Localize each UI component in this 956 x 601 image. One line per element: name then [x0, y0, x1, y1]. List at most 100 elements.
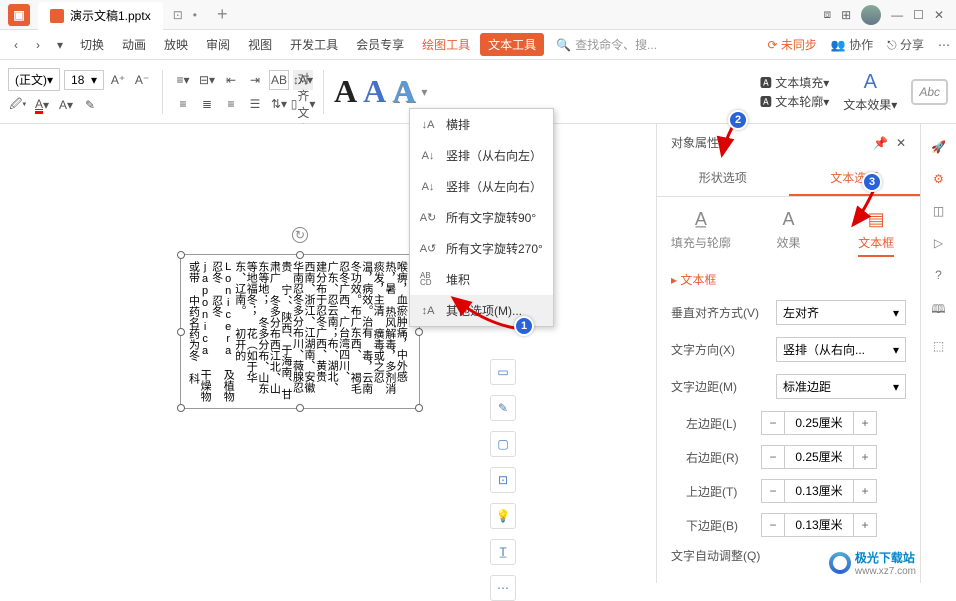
text-box[interactable]: ↻ 喉痹，血瘀肿痛，中外感热，暑 热风解毒，多剂消痰发，主清 癀毒或之忍温，病效…	[180, 254, 420, 409]
float-style-icon[interactable]: ▭	[490, 359, 516, 385]
clear-format-icon[interactable]: ✎	[80, 95, 100, 115]
resize-handle[interactable]	[177, 404, 185, 412]
float-text-icon[interactable]: T̲	[490, 539, 516, 565]
dd-vertical-ltr[interactable]: A↓竖排（从左向右）	[410, 171, 553, 202]
valign-select[interactable]: 左对齐▾	[776, 300, 906, 325]
strip-cube-icon[interactable]: ⬚	[933, 339, 944, 353]
text-effect-button[interactable]: 文本效果▾	[843, 96, 897, 113]
bottom-margin-spinner[interactable]: −0.13厘米+	[761, 513, 877, 537]
text-fill-button[interactable]: 🅰 文本填充▾	[760, 74, 829, 91]
menu-dropdown-icon[interactable]: ▾	[50, 35, 70, 55]
dec-button[interactable]: −	[762, 514, 784, 536]
resize-handle[interactable]	[415, 404, 423, 412]
left-margin-spinner[interactable]: −0.25厘米+	[761, 411, 877, 435]
margin-select[interactable]: 标准边距▾	[776, 374, 906, 399]
inc-button[interactable]: +	[854, 412, 876, 434]
wordart-2[interactable]: A	[363, 73, 386, 110]
wordart-1[interactable]: A	[334, 73, 357, 110]
float-shape-icon[interactable]: ▢	[490, 431, 516, 457]
menu-member[interactable]: 会员专享	[348, 32, 412, 57]
float-eyedrop-icon[interactable]: ✎	[490, 395, 516, 421]
font-color-icon[interactable]: A▾	[32, 95, 52, 115]
collab-button[interactable]: 👥 协作	[831, 36, 873, 53]
window-layout-1-icon[interactable]: ⧈	[823, 7, 831, 22]
font-effect-icon[interactable]: A▾	[56, 95, 76, 115]
rotate-handle[interactable]: ↻	[292, 227, 308, 243]
menu-dev[interactable]: 开发工具	[282, 32, 346, 57]
dec-button[interactable]: −	[762, 412, 784, 434]
line-spacing-icon[interactable]: ⇅▾	[269, 94, 289, 114]
wordart-3[interactable]: A	[392, 73, 415, 110]
resize-handle[interactable]	[415, 328, 423, 336]
resize-handle[interactable]	[177, 328, 185, 336]
font-select[interactable]: (正文)▾	[8, 68, 60, 91]
size-select[interactable]: 18▾	[64, 70, 104, 90]
strip-settings-icon[interactable]: ⚙	[933, 172, 944, 186]
panel-close-icon[interactable]: ✕	[896, 136, 906, 150]
inc-button[interactable]: +	[854, 446, 876, 468]
section-textbox-title[interactable]: 文本框	[671, 271, 906, 288]
strip-lib-icon[interactable]: 🕮	[931, 300, 945, 321]
menu-anim[interactable]: 动画	[114, 32, 154, 57]
inc-button[interactable]: +	[854, 514, 876, 536]
slide-canvas[interactable]: ↻ 喉痹，血瘀肿痛，中外感热，暑 热风解毒，多剂消痰发，主清 癀毒或之忍温，病效…	[0, 124, 656, 583]
align-right-icon[interactable]: ≡	[221, 94, 241, 114]
menu-review[interactable]: 审阅	[198, 32, 238, 57]
dd-horizontal[interactable]: ↓A横排	[410, 109, 553, 140]
wordart-gallery[interactable]: A A A ▾	[334, 73, 427, 110]
menu-text-tools[interactable]: 文本工具	[480, 33, 544, 56]
increase-font-icon[interactable]: A⁺	[108, 70, 128, 90]
float-idea-icon[interactable]: 💡	[490, 503, 516, 529]
align-justify-icon[interactable]: ☰	[245, 94, 265, 114]
indent-dec-icon[interactable]: ⇤	[221, 70, 241, 90]
menu-draw-tools[interactable]: 绘图工具	[414, 32, 478, 57]
menu-view[interactable]: 视图	[240, 32, 280, 57]
float-more-icon[interactable]: ⋯	[490, 575, 516, 601]
decrease-font-icon[interactable]: A⁻	[132, 70, 152, 90]
highlight-icon[interactable]: 🖉▾	[8, 95, 28, 115]
share-button[interactable]: ⎋ 分享	[887, 36, 924, 53]
tab-shape-options[interactable]: 形状选项	[657, 161, 789, 196]
align-text-button[interactable]: ▯ 对齐文本▾	[293, 94, 313, 114]
resize-handle[interactable]	[177, 251, 185, 259]
maximize-icon[interactable]: ☐	[913, 8, 924, 22]
char-border-icon[interactable]: AB	[269, 70, 289, 90]
text-outline-button[interactable]: 🅰 文本轮廓▾	[760, 93, 829, 110]
inc-button[interactable]: +	[854, 480, 876, 502]
strip-layers-icon[interactable]: ◫	[933, 204, 944, 218]
strip-rocket-icon[interactable]: 🚀	[931, 140, 946, 154]
indent-inc-icon[interactable]: ⇥	[245, 70, 265, 90]
number-list-icon[interactable]: ⊟▾	[197, 70, 217, 90]
window-layout-2-icon[interactable]: ⊞	[841, 8, 851, 22]
menu-back-icon[interactable]: ‹	[6, 35, 26, 55]
wordart-more-icon[interactable]: ▾	[421, 85, 427, 99]
document-tab[interactable]: 演示文稿1.pptx	[38, 2, 163, 30]
tab-present-icon[interactable]: ⊡	[173, 8, 183, 22]
strip-help-icon[interactable]: ?	[935, 268, 942, 282]
float-pic-icon[interactable]: ⊡	[490, 467, 516, 493]
close-icon[interactable]: ✕	[934, 8, 944, 22]
resize-handle[interactable]	[296, 251, 304, 259]
dd-rotate-90[interactable]: A↻所有文字旋转90°	[410, 202, 553, 233]
dd-rotate-270[interactable]: A↺所有文字旋转270°	[410, 233, 553, 264]
menu-more-icon[interactable]: ⋯	[938, 38, 950, 52]
align-left-icon[interactable]: ≡	[173, 94, 193, 114]
minimize-icon[interactable]: —	[891, 8, 903, 22]
pin-icon[interactable]: 📌	[873, 136, 888, 150]
user-avatar[interactable]	[861, 5, 881, 25]
right-margin-spinner[interactable]: −0.25厘米+	[761, 445, 877, 469]
text-content[interactable]: 喉痹，血瘀肿痛，中外感热，暑 热风解毒，多剂消痰发，主清 癀毒或之忍温，病效。治…	[181, 255, 412, 408]
new-tab-button[interactable]: +	[217, 4, 228, 25]
tab-dot-icon[interactable]: •	[193, 8, 197, 22]
menu-fwd-icon[interactable]: ›	[28, 35, 48, 55]
menu-switch[interactable]: 切换	[72, 32, 112, 57]
textbox-style-button[interactable]: Abc	[911, 79, 948, 105]
subtab-effect[interactable]: A效果	[745, 209, 833, 257]
top-margin-spinner[interactable]: −0.13厘米+	[761, 479, 877, 503]
sync-status[interactable]: ⟳ 未同步	[767, 36, 816, 53]
dir-select[interactable]: 竖排（从右向...▾	[776, 337, 906, 362]
dd-vertical-rtl[interactable]: A↓竖排（从右向左）	[410, 140, 553, 171]
dec-button[interactable]: −	[762, 480, 784, 502]
bullet-list-icon[interactable]: ≡▾	[173, 70, 193, 90]
strip-anim-icon[interactable]: ▷	[934, 236, 943, 250]
